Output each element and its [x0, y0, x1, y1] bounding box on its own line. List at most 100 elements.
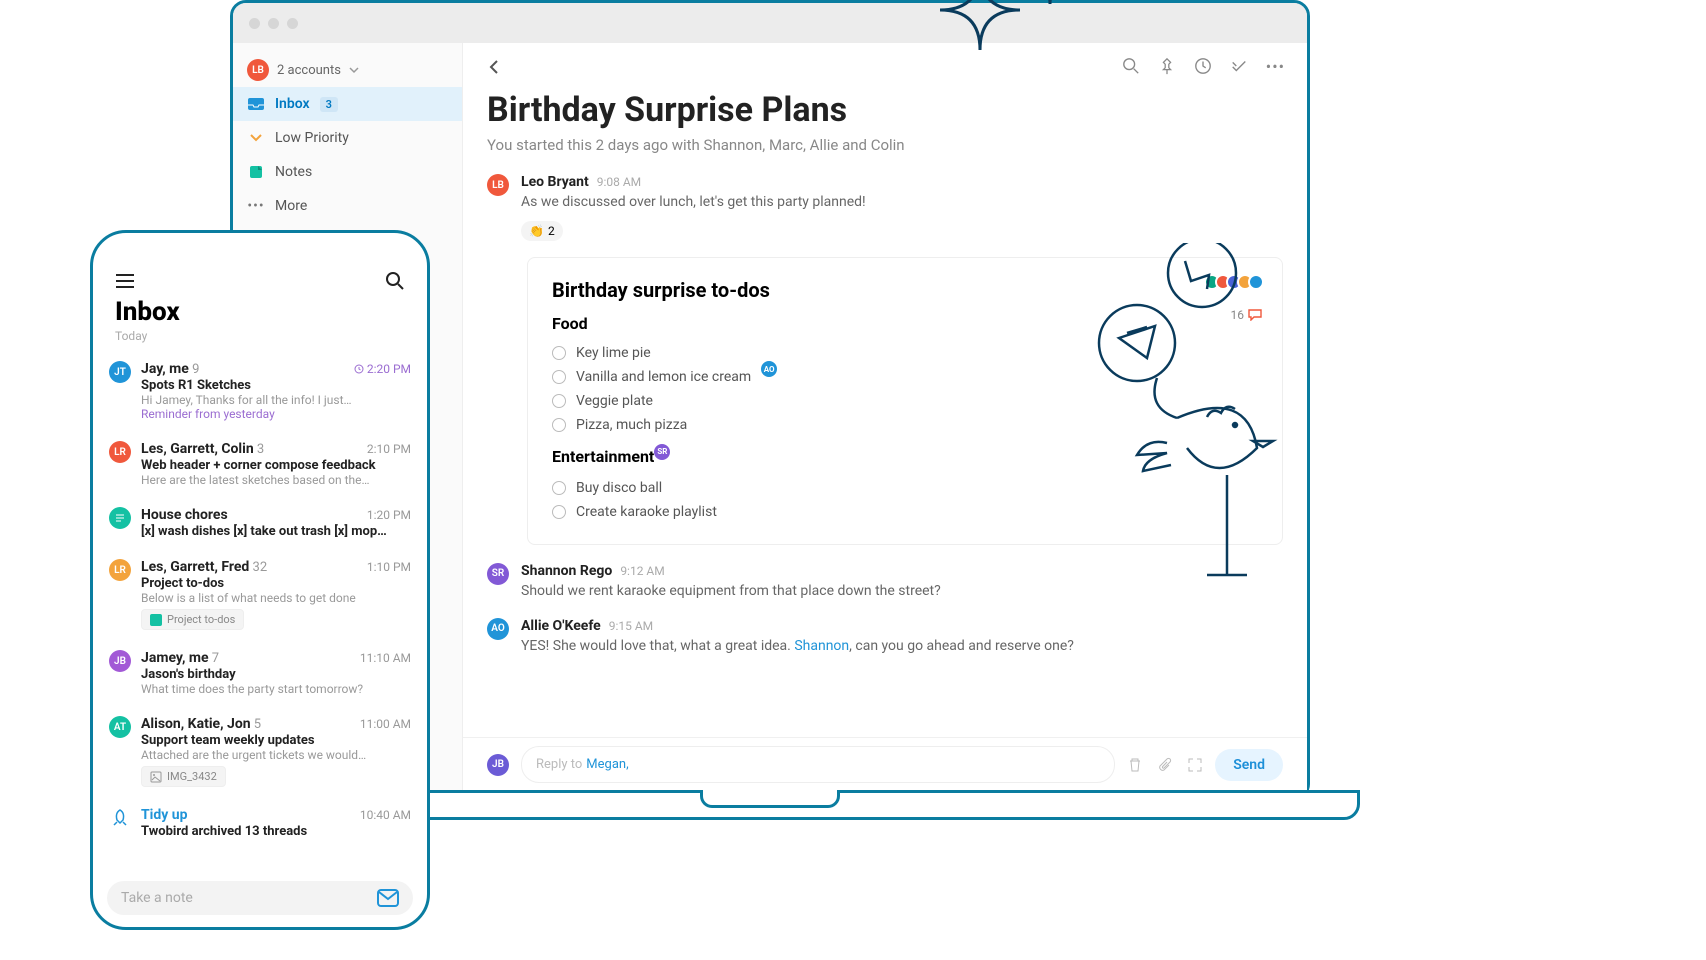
message: AO Allie O'Keefe 9:15 AM YES! She would …	[487, 618, 1283, 657]
sidebar-label: Notes	[275, 164, 312, 180]
clock-icon[interactable]	[1194, 57, 1212, 75]
comment-count[interactable]: 16	[1231, 308, 1263, 322]
thread-subtitle: You started this 2 days ago with Shannon…	[487, 136, 1283, 154]
message-author: Leo Bryant	[521, 174, 589, 190]
message: SR Shannon Rego 9:12 AM Should we rent k…	[487, 563, 1283, 602]
avatar: LR	[109, 559, 131, 581]
send-button[interactable]: Send	[1215, 749, 1283, 781]
inbox-from: Jay, me 9	[141, 361, 199, 377]
inbox-preview: Below is a list of what needs to get don…	[141, 591, 411, 605]
inbox-time: 10:40 AM	[360, 808, 411, 822]
checkbox-icon[interactable]	[552, 418, 566, 432]
traffic-light-zoom[interactable]	[287, 18, 298, 29]
inbox-preview: Hi Jamey, Thanks for all the info! I jus…	[141, 393, 411, 407]
todo-card[interactable]: 16 Birthday surprise to-dos Food Key lim…	[527, 257, 1283, 545]
sidebar-item-low-priority[interactable]: Low Priority	[233, 121, 462, 155]
todo-item[interactable]: Key lime pie	[552, 341, 1258, 365]
message-text: As we discussed over lunch, let's get th…	[521, 192, 1283, 213]
message-author: Allie O'Keefe	[521, 618, 601, 634]
inbox-from: Tidy up	[141, 807, 188, 823]
checkbox-icon[interactable]	[552, 370, 566, 384]
checkbox-icon[interactable]	[552, 394, 566, 408]
message-author: Shannon Rego	[521, 563, 612, 579]
inbox-time: 2:10 PM	[367, 442, 411, 456]
avatar: SR	[487, 563, 509, 585]
inbox-list: JTJay, me 9 2:20 PMSpots R1 SketchesHi J…	[93, 351, 427, 849]
inbox-from: House chores	[141, 507, 228, 523]
compose-note-input[interactable]: Take a note	[107, 881, 413, 915]
presence-dot	[1248, 274, 1264, 290]
inbox-from: Les, Garrett, Colin 3	[141, 441, 264, 457]
inbox-preview: [x] wash dishes [x] take out trash [x] m…	[141, 524, 411, 539]
traffic-light-close[interactable]	[249, 18, 260, 29]
inbox-item[interactable]: LRLes, Garrett, Colin 32:10 PMWeb header…	[93, 431, 427, 497]
sidebar-item-inbox[interactable]: Inbox 3	[233, 87, 462, 121]
expand-icon[interactable]	[1187, 757, 1203, 773]
back-icon[interactable]	[485, 58, 503, 76]
account-label: 2 accounts	[277, 63, 341, 78]
checkbox-icon[interactable]	[552, 481, 566, 495]
note-icon	[109, 507, 131, 529]
todo-item[interactable]: Vanilla and lemon ice creamAO	[552, 365, 1258, 389]
avatar: AT	[109, 716, 131, 738]
sidebar-item-more[interactable]: ••• More	[233, 189, 462, 223]
menu-icon[interactable]	[115, 273, 135, 289]
inbox-item[interactable]: LR Les, Garrett, Fred 32 1:10 PM Project to…	[93, 549, 427, 640]
attachment-chip[interactable]: Project to-dos	[141, 609, 244, 630]
attachment-chip[interactable]: IMG_3432	[141, 766, 226, 787]
message-time: 9:08 AM	[597, 175, 641, 189]
presence-indicators	[1209, 274, 1264, 290]
account-switcher[interactable]: LB 2 accounts	[233, 53, 462, 87]
inbox-item[interactable]: ATAlison, Katie, Jon 511:00 AMSupport te…	[93, 706, 427, 797]
todo-item[interactable]: Buy disco ball	[552, 476, 1258, 500]
avatar: LR	[109, 441, 131, 463]
avatar: AO	[487, 618, 509, 640]
search-icon[interactable]	[1122, 57, 1140, 75]
todo-section-heading: EntertainmentSR	[552, 447, 1258, 468]
inbox-subject: Spots R1 Sketches	[141, 378, 411, 393]
reaction-count: 2	[548, 224, 555, 238]
done-icon[interactable]	[1230, 57, 1248, 75]
inbox-preview: Here are the latest sketches based on th…	[141, 473, 411, 487]
mobile-title: Inbox	[93, 297, 427, 327]
attachment-icon[interactable]	[1157, 757, 1173, 773]
checkbox-icon[interactable]	[552, 505, 566, 519]
mail-icon	[377, 889, 399, 907]
sidebar-label: More	[275, 198, 307, 214]
search-icon[interactable]	[385, 271, 405, 291]
sidebar-item-notes[interactable]: Notes	[233, 155, 462, 189]
more-icon: •••	[247, 197, 265, 215]
window-titlebar	[233, 3, 1307, 43]
inbox-item[interactable]: JTJay, me 9 2:20 PMSpots R1 SketchesHi J…	[93, 351, 427, 431]
reply-input[interactable]: Reply to Megan,	[521, 746, 1115, 783]
message-list: LB Leo Bryant 9:08 AM As we discussed ov…	[463, 162, 1307, 737]
trash-icon[interactable]	[1127, 757, 1143, 773]
avatar: JB	[109, 650, 131, 672]
inbox-subject: Twobird archived 13 threads	[141, 824, 411, 839]
reply-bar: JB Reply to Megan, Send	[463, 737, 1307, 797]
message: LB Leo Bryant 9:08 AM As we discussed ov…	[487, 174, 1283, 241]
message-text: YES! She would love that, what a great i…	[521, 636, 1283, 657]
inbox-preview: Attached are the urgent tickets we would…	[141, 748, 411, 762]
inbox-time: 11:10 AM	[360, 651, 411, 665]
checkbox-icon[interactable]	[552, 346, 566, 360]
inbox-item[interactable]: JBJamey, me 711:10 AMJason's birthdayWha…	[93, 640, 427, 706]
todo-item[interactable]: Veggie plate	[552, 389, 1258, 413]
todo-section-heading: Food	[552, 314, 1258, 333]
todo-item[interactable]: Create karaoke playlist	[552, 500, 1258, 524]
todo-item[interactable]: Pizza, much pizza	[552, 413, 1258, 437]
mention-link[interactable]: Shannon	[794, 638, 849, 654]
inbox-reminder: Reminder from yesterday	[141, 407, 411, 421]
pin-icon[interactable]	[1158, 57, 1176, 75]
inbox-time: 2:20 PM	[354, 362, 411, 376]
inbox-time: 1:10 PM	[367, 560, 411, 574]
traffic-light-minimize[interactable]	[268, 18, 279, 29]
todo-title: Birthday surprise to-dos	[552, 278, 1258, 302]
overflow-icon[interactable]: •••	[1266, 57, 1285, 76]
thread-toolbar: •••	[463, 43, 1307, 90]
inbox-item[interactable]: Tidy up 10:40 AM Twobird archived 13 threa…	[93, 797, 427, 849]
message-time: 9:15 AM	[609, 619, 653, 633]
inbox-item[interactable]: House chores1:20 PM[x] wash dishes [x] t…	[93, 497, 427, 549]
inbox-from: Les, Garrett, Fred 32	[141, 559, 267, 575]
reaction[interactable]: 👏 2	[521, 221, 563, 241]
